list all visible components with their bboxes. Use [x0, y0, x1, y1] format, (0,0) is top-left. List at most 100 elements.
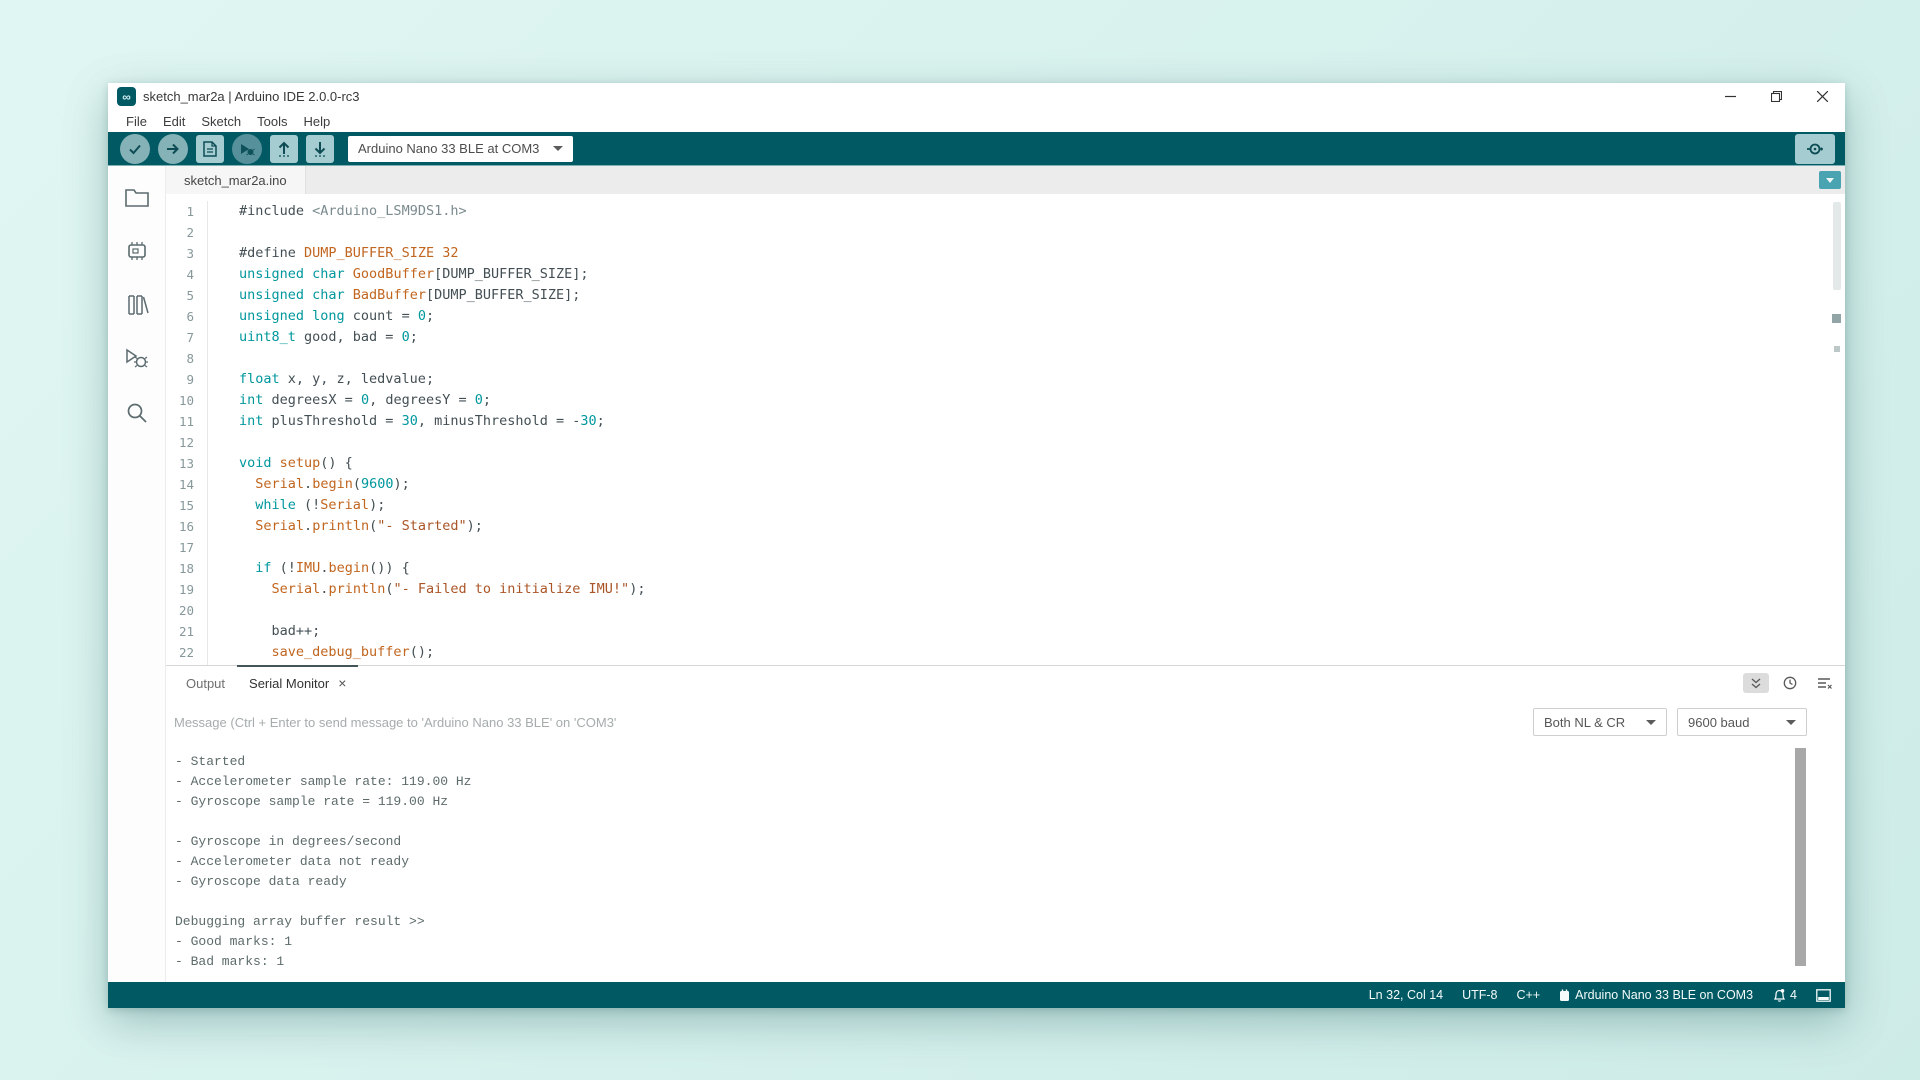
editor-scrollbar[interactable] — [1831, 198, 1843, 663]
serial-output-line: - Bad marks: 1 — [175, 952, 1845, 972]
activity-bar — [108, 166, 166, 982]
line-ending-select[interactable]: Both NL & CR — [1533, 708, 1667, 736]
tab-output[interactable]: Output — [174, 666, 237, 700]
check-icon — [128, 142, 142, 156]
search-icon — [125, 401, 149, 425]
title-bar[interactable]: ∞ sketch_mar2a | Arduino IDE 2.0.0-rc3 — [108, 83, 1845, 110]
serial-output[interactable]: - Started- Accelerometer sample rate: 11… — [166, 744, 1845, 982]
new-sketch-button[interactable] — [196, 135, 224, 163]
sidebar-item-debug[interactable] — [124, 346, 150, 372]
serial-plotter-button[interactable] — [1795, 134, 1835, 164]
cursor-position[interactable]: Ln 32, Col 14 — [1369, 988, 1443, 1002]
bottom-panel: Output Serial Monitor × — [166, 665, 1845, 982]
books-icon — [125, 293, 149, 317]
serial-output-line: - Started — [175, 752, 1845, 772]
serial-output-line: - Gyroscope data ready — [175, 872, 1845, 892]
code-lines: #include <Arduino_LSM9DS1.h> #define DUM… — [208, 201, 1845, 665]
code-line — [239, 222, 1845, 243]
menu-edit[interactable]: Edit — [155, 114, 193, 129]
save-button[interactable] — [306, 135, 334, 163]
code-line: void setup() { — [239, 453, 1845, 474]
tab-sketch-file[interactable]: sketch_mar2a.ino — [166, 166, 306, 194]
chevron-down-icon — [1826, 178, 1834, 183]
bug-icon — [125, 348, 149, 370]
serial-output-line: - Accelerometer sample rate: 119.00 Hz — [175, 772, 1845, 792]
serial-output-line — [175, 892, 1845, 912]
board-indicator[interactable]: Arduino Nano 33 BLE on COM3 — [1559, 988, 1753, 1002]
sidebar-item-sketchbook[interactable] — [124, 184, 150, 210]
arrow-up-icon — [277, 141, 291, 157]
serial-output-line: - Accelerometer data not ready — [175, 852, 1845, 872]
clock-icon — [1783, 676, 1797, 690]
bell-icon — [1772, 988, 1785, 1002]
desktop: ∞ sketch_mar2a | Arduino IDE 2.0.0-rc3 F… — [0, 0, 1920, 1080]
code-line: int degreesX = 0, degreesY = 0; — [239, 390, 1845, 411]
code-line — [239, 432, 1845, 453]
debug-button[interactable] — [232, 134, 262, 164]
arrow-down-icon — [313, 141, 327, 157]
code-line — [239, 600, 1845, 621]
menu-sketch[interactable]: Sketch — [193, 114, 249, 129]
arduino-ide-window: ∞ sketch_mar2a | Arduino IDE 2.0.0-rc3 F… — [108, 83, 1845, 1008]
language-indicator[interactable]: C++ — [1517, 988, 1541, 1002]
document-icon — [203, 141, 217, 157]
tab-serial-monitor[interactable]: Serial Monitor × — [237, 666, 358, 700]
menu-bar: FileEditSketchToolsHelp — [108, 110, 1845, 132]
code-line: Serial.begin(9600); — [239, 474, 1845, 495]
verify-button[interactable] — [120, 134, 150, 164]
code-line: Serial.println("- Started"); — [239, 516, 1845, 537]
code-line: uint8_t good, bad = 0; — [239, 327, 1845, 348]
serial-output-lines: - Started- Accelerometer sample rate: 11… — [175, 752, 1845, 972]
code-line: float x, y, z, ledvalue; — [239, 369, 1845, 390]
menu-help[interactable]: Help — [295, 114, 338, 129]
sidebar-item-library-manager[interactable] — [124, 292, 150, 318]
close-button[interactable] — [1799, 83, 1845, 110]
clear-list-icon — [1817, 677, 1832, 689]
code-line: save_debug_buffer(); — [239, 642, 1845, 663]
chevron-down-icon — [1646, 720, 1656, 725]
serial-output-scrollbar[interactable] — [1794, 744, 1807, 982]
code-line: int plusThreshold = 30, minusThreshold =… — [239, 411, 1845, 432]
minimize-button[interactable] — [1707, 83, 1753, 110]
sidebar-item-boards-manager[interactable] — [124, 238, 150, 264]
notifications-indicator[interactable]: 4 — [1772, 988, 1797, 1002]
window-title: sketch_mar2a | Arduino IDE 2.0.0-rc3 — [143, 89, 360, 104]
sidebar-item-search[interactable] — [124, 400, 150, 426]
folder-icon — [125, 186, 149, 208]
scroll-to-bottom-button[interactable] — [1743, 673, 1769, 693]
panel-layout-icon — [1816, 989, 1831, 1002]
menu-file[interactable]: File — [118, 114, 155, 129]
open-button[interactable] — [270, 135, 298, 163]
serial-input-row: Both NL & CR 9600 baud — [166, 700, 1845, 744]
code-editor[interactable]: 12345678910111213141516171819202122 #inc… — [166, 194, 1845, 665]
line-number-gutter: 12345678910111213141516171819202122 — [166, 201, 208, 665]
chevron-down-icon — [1786, 720, 1796, 725]
close-icon[interactable]: × — [338, 675, 346, 691]
board-selector-label: Arduino Nano 33 BLE at COM3 — [358, 141, 539, 156]
editor-tabs-dropdown-button[interactable] — [1819, 171, 1841, 189]
timestamp-button[interactable] — [1777, 673, 1803, 693]
clear-output-button[interactable] — [1811, 673, 1837, 693]
code-line: unsigned char GoodBuffer[DUMP_BUFFER_SIZ… — [239, 264, 1845, 285]
serial-output-line: - Good marks: 1 — [175, 932, 1845, 952]
chip-icon — [125, 239, 149, 263]
panel-toggle[interactable] — [1816, 989, 1831, 1002]
serial-output-line: - Gyroscope sample rate = 119.00 Hz — [175, 792, 1845, 812]
magnifier-icon — [1806, 141, 1824, 157]
baud-rate-select[interactable]: 9600 baud — [1677, 708, 1807, 736]
encoding-indicator[interactable]: UTF-8 — [1462, 988, 1497, 1002]
code-line: #include <Arduino_LSM9DS1.h> — [239, 201, 1845, 222]
serial-output-line — [175, 812, 1845, 832]
code-line: unsigned char BadBuffer[DUMP_BUFFER_SIZE… — [239, 285, 1845, 306]
serial-message-input[interactable] — [174, 715, 1523, 730]
upload-button[interactable] — [158, 134, 188, 164]
maximize-button[interactable] — [1753, 83, 1799, 110]
toolbar: Arduino Nano 33 BLE at COM3 — [108, 132, 1845, 166]
code-line: while (!Serial); — [239, 495, 1845, 516]
panel-tab-bar: Output Serial Monitor × — [166, 666, 1845, 700]
code-line: Serial.println("- Failed to initialize I… — [239, 579, 1845, 600]
menu-tools[interactable]: Tools — [249, 114, 295, 129]
arduino-logo-icon: ∞ — [117, 87, 136, 106]
board-selector[interactable]: Arduino Nano 33 BLE at COM3 — [348, 136, 573, 162]
double-chevron-down-icon — [1750, 677, 1762, 689]
